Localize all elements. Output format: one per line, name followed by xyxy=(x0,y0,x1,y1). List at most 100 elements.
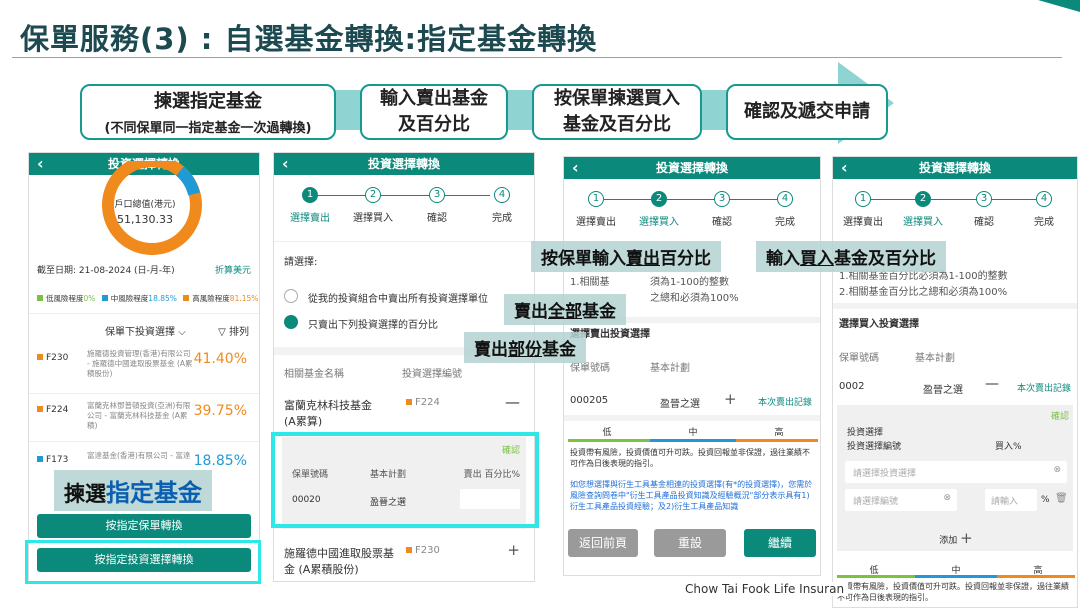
radio-sell-all[interactable] xyxy=(284,289,298,303)
callout-text: 按保單輸入 xyxy=(541,249,626,269)
continue-button[interactable]: 繼續 xyxy=(744,529,816,557)
back-icon[interactable]: ‹ xyxy=(37,153,44,175)
note-2: 2.相關基金百分比之總和必須為100% xyxy=(839,287,1008,298)
back-icon[interactable]: ‹ xyxy=(572,157,579,179)
step-1-label: 選擇賣出 xyxy=(576,217,616,228)
callout-emphasis: 賣出 xyxy=(626,249,660,269)
reset-button[interactable]: 重設 xyxy=(654,529,726,557)
inv-label: 投資選擇 xyxy=(847,428,884,438)
risk-legend: 低風險程度0% 中風險程度18.85% 高風險程度81.15% xyxy=(37,293,258,304)
sort-dropdown[interactable]: 保單下投資選擇 ⌵ xyxy=(105,323,186,338)
confirm-link[interactable]: 確認 xyxy=(1051,409,1069,422)
sell-percent-label: 只賣出下列投資選擇的百分比 xyxy=(308,320,438,331)
collapse-icon[interactable]: — xyxy=(985,376,999,392)
highlight-sell-panel xyxy=(271,432,539,528)
back-button[interactable]: 返回前頁 xyxy=(568,529,638,557)
flow-step-4-label: 確認及遞交申請 xyxy=(744,101,870,122)
high-risk-dot xyxy=(37,406,43,412)
col-fund-name: 相關基金名稱 xyxy=(284,369,344,380)
fund-name: 富達基金(香港)有限公司 - 富達 xyxy=(87,451,191,460)
fund-row[interactable]: F230 施羅德投資管理(香港)有限公司 - 施羅德中國進取股票基金 (A累積股… xyxy=(29,343,259,403)
title-divider xyxy=(12,57,1062,58)
step-1-label: 選擇賣出 xyxy=(290,213,330,224)
high-risk-swatch xyxy=(183,295,190,301)
flow-step-1-sub: (不同保單同一指定基金一次過轉換) xyxy=(104,120,312,136)
buy-pct-input[interactable]: 請輸入 xyxy=(985,489,1037,511)
inv-code-label: 投資選擇編號 xyxy=(847,442,902,452)
callout-text: 賣出 xyxy=(474,340,508,360)
policy-no: 000205 xyxy=(570,395,609,406)
step-3-icon: 3 xyxy=(976,191,992,207)
sell-record-link[interactable]: 本次賣出記錄 xyxy=(1017,381,1071,394)
stepper-line xyxy=(869,199,1045,200)
back-icon[interactable]: ‹ xyxy=(282,153,289,175)
step-1-icon: 1 xyxy=(588,191,604,207)
phone-screen-1: ‹ 投資選擇轉換 戶口總值(港元) 51,130.33 截至日期: 21-08-… xyxy=(28,152,260,582)
add-label: 添加 xyxy=(939,536,958,546)
select-prompt: 請選擇: xyxy=(284,257,318,268)
risk-bar-high xyxy=(997,575,1075,578)
callout-emphasis: 部份 xyxy=(508,340,542,360)
fund-code: F173 xyxy=(46,455,69,465)
buy-pct-label: 買入% xyxy=(995,442,1022,452)
sort-dropdown-label: 保單下投資選擇 xyxy=(105,327,175,338)
convert-usd-link[interactable]: 折算美元 xyxy=(215,263,251,276)
fund-code: F230 xyxy=(415,545,440,556)
code-select-input[interactable]: 請選擇編號 ⊗ xyxy=(845,489,957,511)
back-icon[interactable]: ‹ xyxy=(841,157,848,179)
expand-icon[interactable]: + xyxy=(724,390,737,408)
code-select-placeholder: 請選擇編號 xyxy=(853,497,899,507)
derivative-notice: 如您想選擇與衍生工具基金相連的投資選擇(有*的投資選擇)，您需於風險查詢問卷中"… xyxy=(570,480,813,511)
step-1-icon: 1 xyxy=(302,187,318,203)
fund-pct: 41.40% xyxy=(193,351,247,367)
flow-step-3-line2: 基金及百分比 xyxy=(563,114,671,135)
step-4-label: 完成 xyxy=(1034,217,1054,228)
radio-sell-percent[interactable] xyxy=(284,315,298,329)
divider xyxy=(29,313,259,314)
footer-company: Chow Tai Fook Life Insuran xyxy=(685,582,849,596)
col-fund-code: 投資選擇編號 xyxy=(402,369,462,380)
fund-code: F224 xyxy=(46,405,69,415)
fund-name: 施羅德投資管理(香港)有限公司 - 施羅德中國進取股票基金 (A累積股份) xyxy=(87,349,193,378)
step-4-label: 完成 xyxy=(492,213,512,224)
fund-select-input[interactable]: 請選擇投資選擇 ⊗ xyxy=(845,461,1067,483)
filter-icon: ▽ xyxy=(218,327,226,338)
progress-stepper: 1 2 3 4 選擇賣出 選擇買入 確認 完成 xyxy=(274,187,534,227)
phone-screen-4: ‹ 投資選擇轉換 1 2 3 4 選擇賣出 選擇買入 確認 完成 1.相關基金百… xyxy=(832,156,1078,608)
low-risk-pct: 0% xyxy=(83,294,96,303)
col-plan: 基本計劃 xyxy=(650,363,690,374)
risk-low-label: 低 xyxy=(602,428,612,438)
step-4-icon: 4 xyxy=(494,187,510,203)
stepper-line xyxy=(604,199,784,200)
callout-sell-pct: 按保單輸入賣出百分比 xyxy=(531,241,721,272)
plan-name: 盈晉之選 xyxy=(923,385,963,396)
clear-icon[interactable]: ⊗ xyxy=(943,493,951,503)
sell-record-link[interactable]: 本次賣出記錄 xyxy=(758,395,812,408)
flow-step-1: 揀選指定基金 (不同保單同一指定基金一次過轉換) xyxy=(80,84,336,140)
step-3-label: 確認 xyxy=(712,217,732,228)
step-2-label: 選擇買入 xyxy=(639,217,679,228)
donut-medium-risk xyxy=(175,166,200,196)
callout-select-fund: 揀選指定基金 xyxy=(54,470,212,511)
plan-name: 盈晉之選 xyxy=(660,399,700,410)
callout-text: 賣出 xyxy=(514,302,548,322)
high-risk-dot xyxy=(406,399,412,405)
sort-button[interactable]: ▽ 排列 xyxy=(218,323,249,338)
trash-icon[interactable]: 🗑 xyxy=(1055,493,1068,504)
step-2-icon: 2 xyxy=(915,191,931,207)
add-fund-button[interactable]: 添加 + xyxy=(837,529,1075,547)
switch-by-policy-button[interactable]: 按指定保單轉換 xyxy=(37,514,251,538)
expand-icon[interactable]: + xyxy=(507,541,520,559)
step-4-icon: 4 xyxy=(777,191,793,207)
clear-icon[interactable]: ⊗ xyxy=(1053,465,1061,475)
collapse-icon[interactable]: — xyxy=(505,393,520,411)
sort-button-label: 排列 xyxy=(229,327,249,338)
risk-bar-mid xyxy=(915,575,997,578)
fund-code: F224 xyxy=(415,397,440,408)
flow-step-1-label: 揀選指定基金 xyxy=(154,90,262,112)
step-3-label: 確認 xyxy=(974,217,994,228)
buy-input-panel: 確認 投資選擇 投資選擇編號 買入% 請選擇投資選擇 ⊗ 請選擇編號 ⊗ 請輸入… xyxy=(837,405,1073,551)
risk-bar-low xyxy=(568,439,650,442)
step-2-label: 選擇買入 xyxy=(903,217,943,228)
corner-decoration xyxy=(1038,0,1080,12)
